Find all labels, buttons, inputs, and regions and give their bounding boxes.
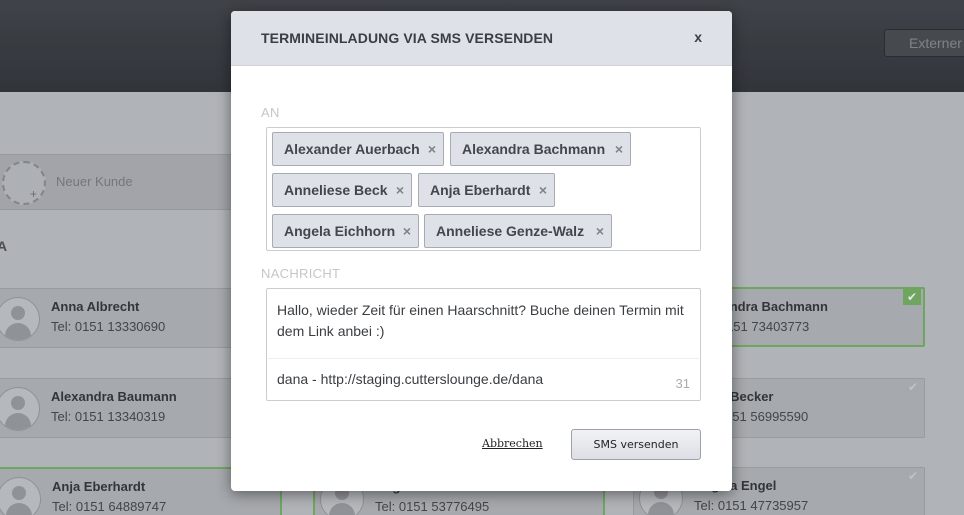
character-count: 31: [675, 376, 690, 391]
recipient-tag: Anneliese Genze-Walz ×: [424, 214, 612, 248]
recipient-name: Anja Eberhardt: [430, 182, 531, 198]
recipient-tag: Alexandra Bachmann ×: [450, 132, 631, 166]
recipient-tag: Anja Eberhardt ×: [418, 173, 555, 207]
remove-icon[interactable]: ×: [539, 174, 547, 206]
message-label: NACHRICHT: [261, 266, 341, 281]
message-divider: [268, 358, 699, 359]
recipient-name: Anneliese Genze-Walz: [436, 223, 585, 239]
send-sms-button[interactable]: SMS versenden: [571, 429, 701, 460]
remove-icon[interactable]: ×: [428, 133, 436, 165]
recipient-tag: Angela Eichhorn ×: [272, 214, 419, 248]
recipients-label: AN: [261, 105, 280, 120]
cancel-link[interactable]: Abbrechen: [482, 437, 543, 450]
message-link: dana - http://staging.cutterslounge.de/d…: [277, 371, 544, 387]
remove-icon[interactable]: ×: [403, 215, 411, 247]
remove-icon[interactable]: ×: [396, 174, 404, 206]
recipient-tag: Anneliese Beck ×: [272, 173, 412, 207]
recipient-name: Alexander Auerbach: [284, 141, 420, 157]
message-field[interactable]: Hallo, wieder Zeit für einen Haarschnitt…: [266, 288, 701, 401]
recipient-tag: Alexander Auerbach ×: [272, 132, 444, 166]
dialog-header: TERMINEINLADUNG VIA SMS VERSENDEN x: [231, 11, 732, 66]
recipients-field[interactable]: Alexander Auerbach × Alexandra Bachmann …: [266, 127, 701, 251]
recipient-name: Angela Eichhorn: [284, 223, 396, 239]
recipient-name: Alexandra Bachmann: [462, 141, 606, 157]
remove-icon[interactable]: ×: [615, 133, 623, 165]
close-icon[interactable]: x: [694, 29, 702, 45]
sms-invite-dialog: TERMINEINLADUNG VIA SMS VERSENDEN x AN A…: [231, 11, 732, 491]
remove-icon[interactable]: ×: [596, 215, 604, 247]
recipient-name: Anneliese Beck: [284, 182, 388, 198]
dialog-title: TERMINEINLADUNG VIA SMS VERSENDEN: [261, 30, 554, 46]
message-text[interactable]: Hallo, wieder Zeit für einen Haarschnitt…: [277, 300, 687, 342]
